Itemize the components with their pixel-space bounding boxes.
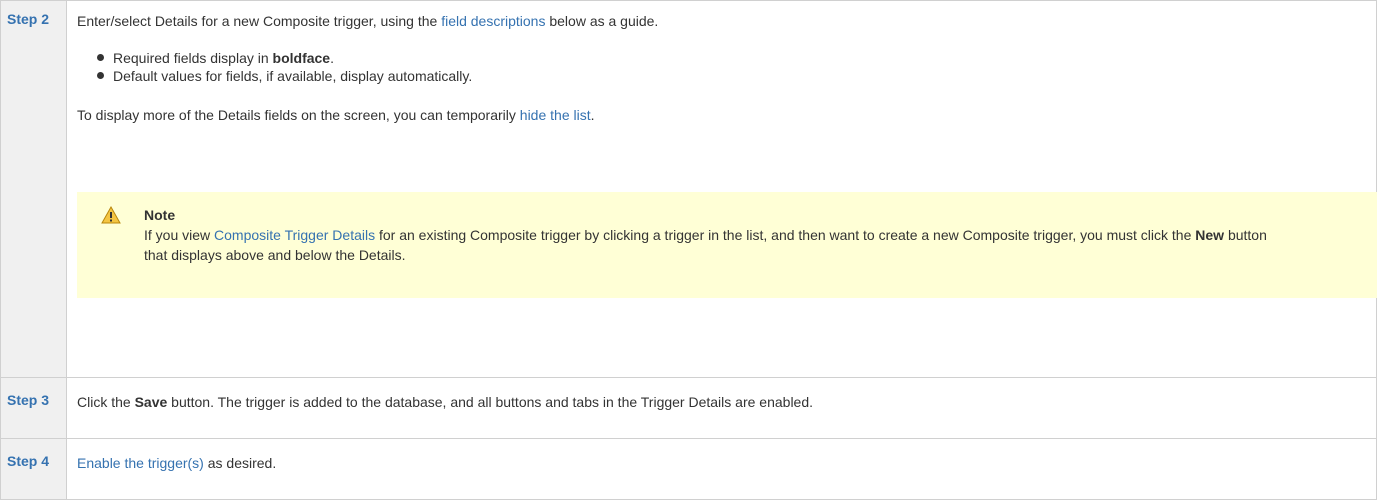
composite-trigger-details-link[interactable]: Composite Trigger Details [214, 227, 375, 243]
step-body: Enter/select Details for a new Composite… [66, 0, 1377, 378]
step-text: Enable the trigger(s) as desired. [77, 453, 1366, 473]
hide-the-list-link[interactable]: hide the list [520, 107, 591, 123]
bullet-text: Required fields display in [113, 50, 273, 66]
bullet-text-end: . [330, 50, 334, 66]
step-row: Step 2 Enter/select Details for a new Co… [0, 0, 1377, 378]
step-row: Step 4 Enable the trigger(s) as desired. [0, 438, 1377, 500]
list-item: Required fields display in boldface. [97, 49, 1366, 67]
para-text-end: . [590, 107, 595, 123]
step-label: Step 2 [0, 0, 67, 378]
step-row: Step 3 Click the Save button. The trigge… [0, 377, 1377, 439]
note-title: Note [144, 207, 176, 223]
step-paragraph: To display more of the Details fields on… [77, 105, 1366, 125]
intro-text-end: below as a guide. [545, 13, 659, 29]
step-text-part: Click the [77, 394, 135, 410]
field-descriptions-link[interactable]: field descriptions [441, 13, 545, 29]
note-box: Note If you view Composite Trigger Detai… [77, 192, 1377, 298]
step-text-part: button. The trigger is added to the data… [167, 394, 814, 410]
step-label: Step 3 [0, 377, 67, 439]
steps-table: Step 2 Enter/select Details for a new Co… [0, 0, 1377, 500]
note-text-part: If you view [144, 227, 215, 243]
note-text: If you view Composite Trigger Details fo… [144, 225, 1294, 265]
bullet-list: Required fields display in boldface. Def… [77, 49, 1366, 85]
bullet-text: Default values for fields, if available,… [113, 68, 473, 84]
step-body: Click the Save button. The trigger is ad… [66, 377, 1377, 439]
step-body: Enable the trigger(s) as desired. [66, 438, 1377, 500]
step-text: Click the Save button. The trigger is ad… [77, 392, 1366, 412]
enable-trigger-link[interactable]: Enable the trigger(s) [77, 455, 204, 471]
list-item: Default values for fields, if available,… [97, 67, 1366, 85]
para-text: To display more of the Details fields on… [77, 107, 520, 123]
intro-text: Enter/select Details for a new Composite… [77, 13, 442, 29]
step-label: Step 4 [0, 438, 67, 500]
step-intro: Enter/select Details for a new Composite… [77, 11, 1366, 31]
note-bold: New [1195, 227, 1225, 243]
warning-icon [101, 206, 121, 224]
bullet-bold: boldface [272, 50, 331, 66]
note-text-part: for an existing Composite trigger by cli… [375, 227, 1196, 243]
step-bold: Save [134, 394, 168, 410]
step-text-part: as desired. [203, 455, 277, 471]
